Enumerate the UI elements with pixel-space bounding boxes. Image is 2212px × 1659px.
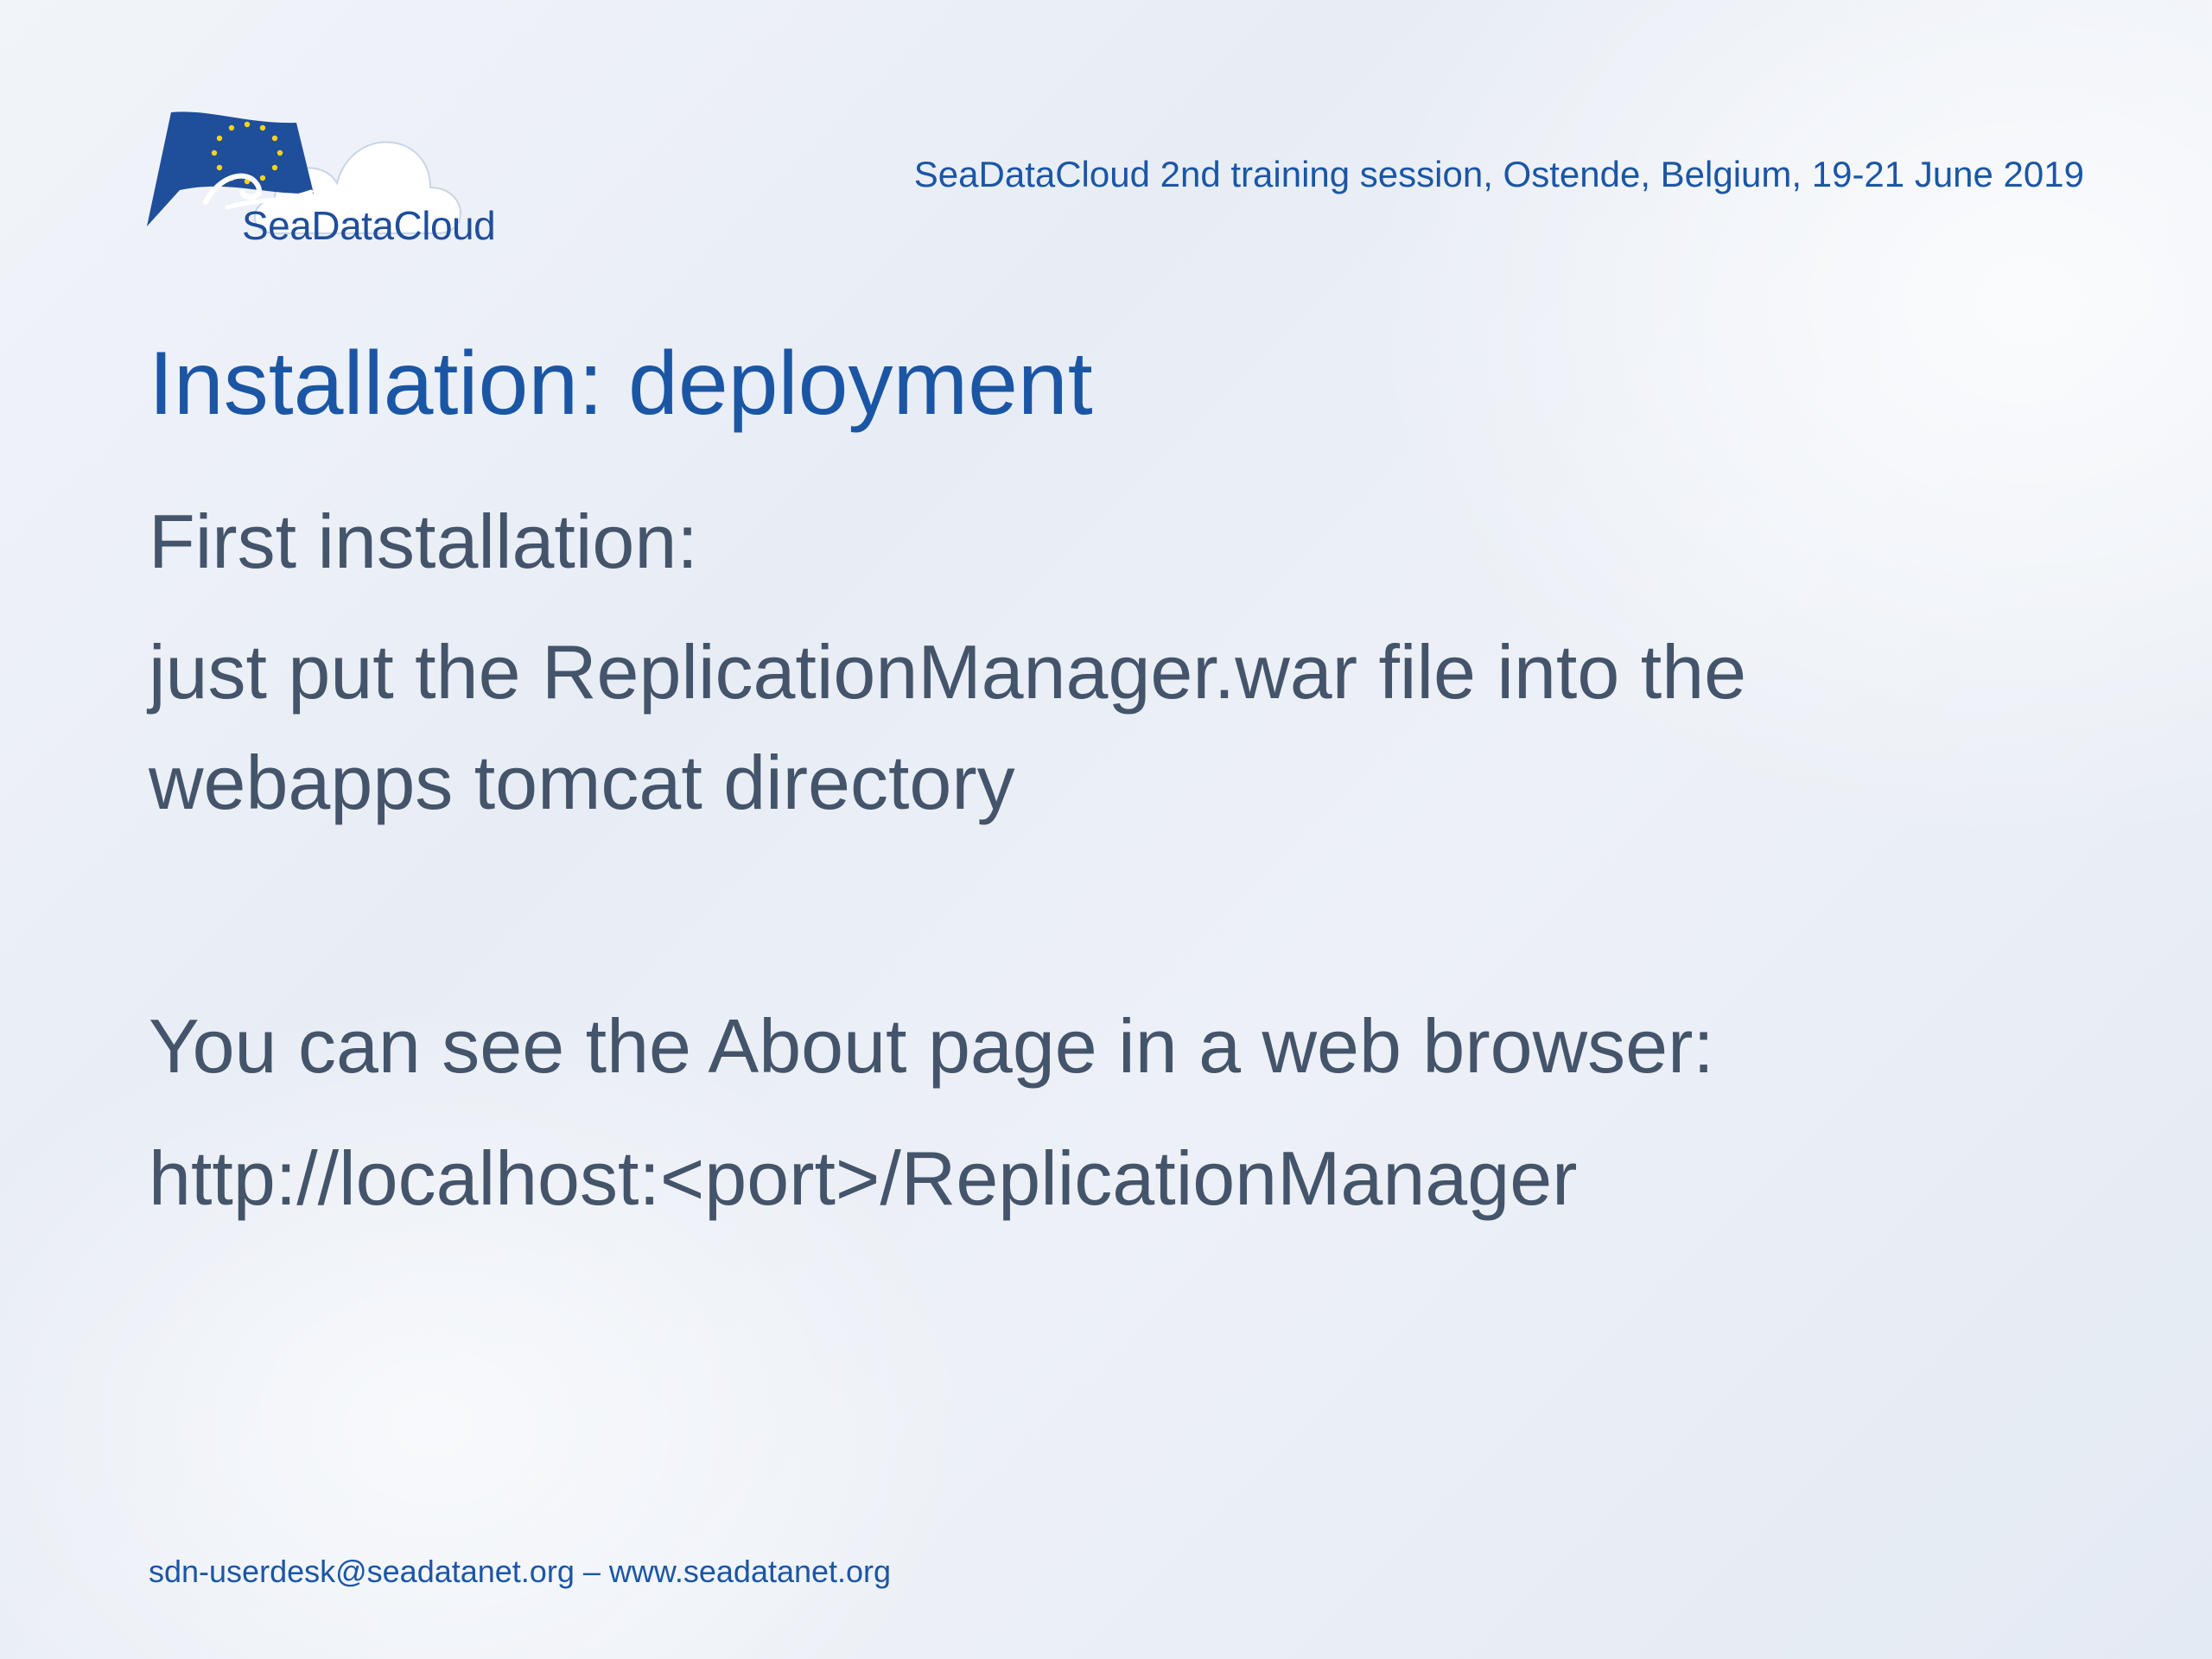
logo-wordmark: SeaDataCloud — [242, 203, 496, 248]
body-line-about-page: You can see the About page in a web brow… — [149, 1003, 1714, 1089]
slide: SeaDataCloud SeaDataCloud 2nd training s… — [0, 0, 2212, 1659]
body-line-url: http://localhost:<port>/ReplicationManag… — [149, 1135, 1578, 1221]
event-header: SeaDataCloud 2nd training session, Osten… — [913, 154, 2084, 194]
body-line-instruction: just put the ReplicationManager.war file… — [149, 629, 1747, 715]
seadatacloud-logo: SeaDataCloud — [145, 105, 496, 261]
body-line-first-installation: First installation: — [149, 499, 698, 584]
body-line-instruction-continued: webapps tomcat directory — [149, 740, 1015, 825]
footer-contact: sdn-userdesk@seadatanet.org – www.seadat… — [149, 1554, 892, 1589]
slide-title: Installation: deployment — [149, 334, 1093, 434]
